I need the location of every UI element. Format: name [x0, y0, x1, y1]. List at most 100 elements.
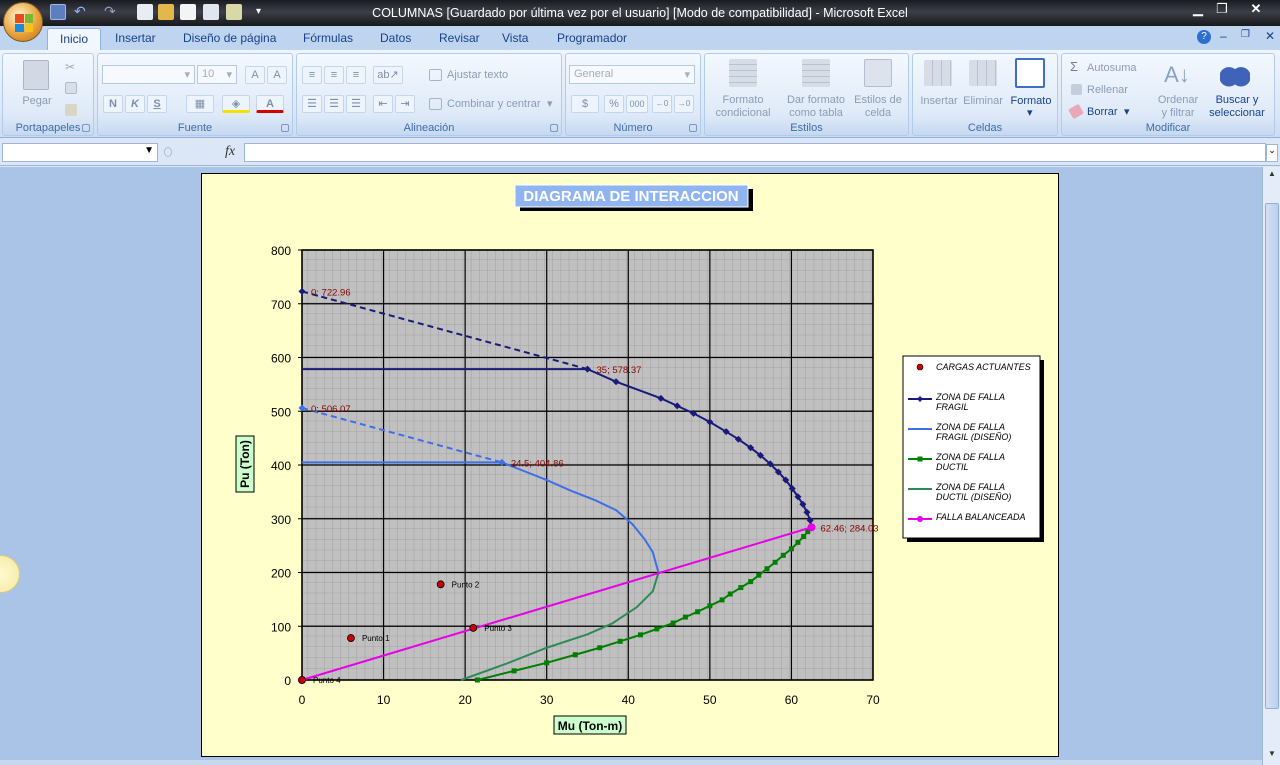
- formula-bar-splitter[interactable]: [164, 147, 172, 157]
- increase-indent-button[interactable]: ⇥: [395, 95, 415, 113]
- tab-vista[interactable]: Vista: [502, 31, 528, 45]
- fill-button[interactable]: Rellenar: [1087, 84, 1128, 97]
- copy-icon[interactable]: [65, 82, 77, 94]
- scroll-down-button[interactable]: ▼: [1265, 749, 1279, 761]
- thousands-button[interactable]: 000: [626, 95, 648, 113]
- percent-button[interactable]: %: [604, 95, 624, 113]
- cut-icon[interactable]: ✂: [65, 60, 77, 74]
- align-bottom-button[interactable]: ≡: [346, 66, 366, 84]
- ribbon-tabs: Inicio Insertar Diseño de página Fórmula…: [0, 26, 1280, 51]
- chevron-down-icon[interactable]: ▾: [547, 98, 553, 111]
- italic-button[interactable]: K: [125, 95, 145, 113]
- chevron-down-icon: ▾: [226, 69, 232, 81]
- paste-button[interactable]: Pegar: [17, 95, 57, 108]
- close-button[interactable]: ✕: [1236, 1, 1276, 18]
- office-button[interactable]: [3, 2, 43, 42]
- decrease-decimal-button[interactable]: →0: [674, 95, 694, 113]
- font-size-combo[interactable]: 10 ▾: [197, 65, 237, 84]
- tab-revisar[interactable]: Revisar: [439, 31, 480, 45]
- decrease-indent-button[interactable]: ⇤: [373, 95, 393, 113]
- load-point: [347, 634, 355, 642]
- legend: [902, 355, 1041, 539]
- autosum-button[interactable]: Autosuma: [1087, 62, 1137, 75]
- sort-filter-button[interactable]: Ordenar y filtrar: [1150, 94, 1206, 120]
- chevron-down-icon[interactable]: ▾: [1124, 106, 1130, 119]
- clear-button[interactable]: Borrar: [1087, 106, 1118, 119]
- align-center-button[interactable]: ☰: [324, 95, 344, 113]
- align-middle-button[interactable]: ≡: [324, 66, 344, 84]
- sheet-tabs-strip[interactable]: [0, 760, 1262, 765]
- format-painter-icon[interactable]: [65, 104, 77, 116]
- customize-qat-icon[interactable]: ▾: [256, 4, 272, 20]
- orientation-button[interactable]: ab↗: [373, 66, 403, 84]
- tab-formulas[interactable]: Fórmulas: [303, 31, 353, 45]
- currency-button[interactable]: $: [571, 95, 599, 113]
- merge-center-button[interactable]: Combinar y centrar: [447, 98, 541, 111]
- edge-handle: [0, 555, 20, 593]
- dialog-launcher-icon[interactable]: [689, 124, 697, 132]
- name-box[interactable]: ▼: [2, 143, 158, 162]
- help-icon[interactable]: ?: [1197, 30, 1211, 44]
- format-as-table-icon: [802, 59, 830, 87]
- tab-datos[interactable]: Datos: [380, 31, 411, 45]
- y-tick-label: 700: [271, 298, 291, 312]
- data-point: [638, 632, 644, 638]
- x-tick-label: 20: [458, 693, 472, 707]
- borders-button[interactable]: ▦: [186, 95, 214, 113]
- formula-input[interactable]: [244, 143, 1266, 162]
- align-top-button[interactable]: ≡: [302, 66, 322, 84]
- find-select-button[interactable]: Buscar y seleccionar: [1202, 94, 1272, 120]
- vertical-scrollbar[interactable]: ▲ ▼: [1262, 167, 1280, 765]
- conditional-format-label-2: condicional: [715, 107, 771, 119]
- redo-icon[interactable]: ↷: [104, 4, 120, 20]
- save-as-icon[interactable]: [203, 4, 219, 20]
- number-format-combo[interactable]: General ▾: [569, 65, 695, 84]
- dialog-launcher-icon[interactable]: [550, 124, 558, 132]
- insert-function-button[interactable]: fx: [225, 144, 235, 160]
- format-as-table-button[interactable]: Dar formato como tabla: [781, 94, 851, 120]
- tab-diseno-pagina[interactable]: Diseño de página: [183, 31, 276, 45]
- ribbon-minimize-button[interactable]: –: [1220, 29, 1227, 43]
- fill-color-button[interactable]: ◈: [222, 95, 250, 113]
- print-preview-icon[interactable]: [137, 4, 153, 20]
- font-color-button[interactable]: A: [256, 95, 284, 113]
- align-left-button[interactable]: ☰: [302, 95, 322, 113]
- ribbon-close-button[interactable]: ✕: [1265, 29, 1275, 43]
- tab-programador[interactable]: Programador: [557, 31, 627, 45]
- macro-icon[interactable]: [226, 4, 242, 20]
- dialog-launcher-icon[interactable]: [281, 124, 289, 132]
- ribbon-restore-button[interactable]: ❐: [1241, 29, 1250, 40]
- chart-area[interactable]: DIAGRAMA DE INTERACCION 0 10 20 30 40 50 60 70 0…: [201, 173, 1059, 757]
- increase-decimal-button[interactable]: ←0: [652, 95, 672, 113]
- delete-cells-button[interactable]: Eliminar: [961, 95, 1005, 108]
- chevron-down-icon: ▾: [184, 69, 190, 81]
- chevron-down-icon[interactable]: ▾: [1027, 107, 1033, 120]
- worksheet-area[interactable]: DIAGRAMA DE INTERACCION 0 10 20 30 40 50 60 70 0…: [0, 167, 1262, 765]
- conditional-format-button[interactable]: Formato condicional: [708, 94, 778, 120]
- group-label-modificar: Modificar: [1145, 122, 1191, 134]
- scroll-thumb[interactable]: [1265, 203, 1279, 709]
- restore-button[interactable]: ❐: [1210, 1, 1234, 18]
- font-name-combo[interactable]: ▾: [102, 65, 195, 84]
- dialog-launcher-icon[interactable]: [82, 124, 90, 132]
- new-icon[interactable]: [180, 4, 196, 20]
- tab-inicio[interactable]: Inicio: [47, 28, 102, 51]
- grow-font-button[interactable]: A: [245, 66, 265, 84]
- underline-button[interactable]: S: [147, 95, 167, 113]
- minimize-button[interactable]: ▁: [1186, 1, 1210, 18]
- align-right-button[interactable]: ☰: [346, 95, 366, 113]
- scroll-up-button[interactable]: ▲: [1265, 169, 1279, 181]
- insert-cells-button[interactable]: Insertar: [915, 95, 963, 108]
- bold-button[interactable]: N: [103, 95, 123, 113]
- open-icon[interactable]: [158, 4, 174, 20]
- save-icon[interactable]: [50, 4, 66, 20]
- shrink-font-button[interactable]: A: [267, 66, 287, 84]
- interaction-diagram-chart[interactable]: DIAGRAMA DE INTERACCION 0 10 20 30 40 50 60 700…: [202, 174, 1060, 758]
- merge-center-icon: [429, 98, 442, 110]
- expand-formula-bar-button[interactable]: ⌄: [1266, 144, 1278, 162]
- wrap-text-button[interactable]: Ajustar texto: [447, 69, 508, 82]
- load-point-label: Punto 1: [362, 634, 390, 643]
- cell-styles-button[interactable]: Estilos de celda: [849, 94, 907, 120]
- undo-icon[interactable]: ↶: [74, 4, 90, 20]
- tab-insertar[interactable]: Insertar: [115, 31, 156, 45]
